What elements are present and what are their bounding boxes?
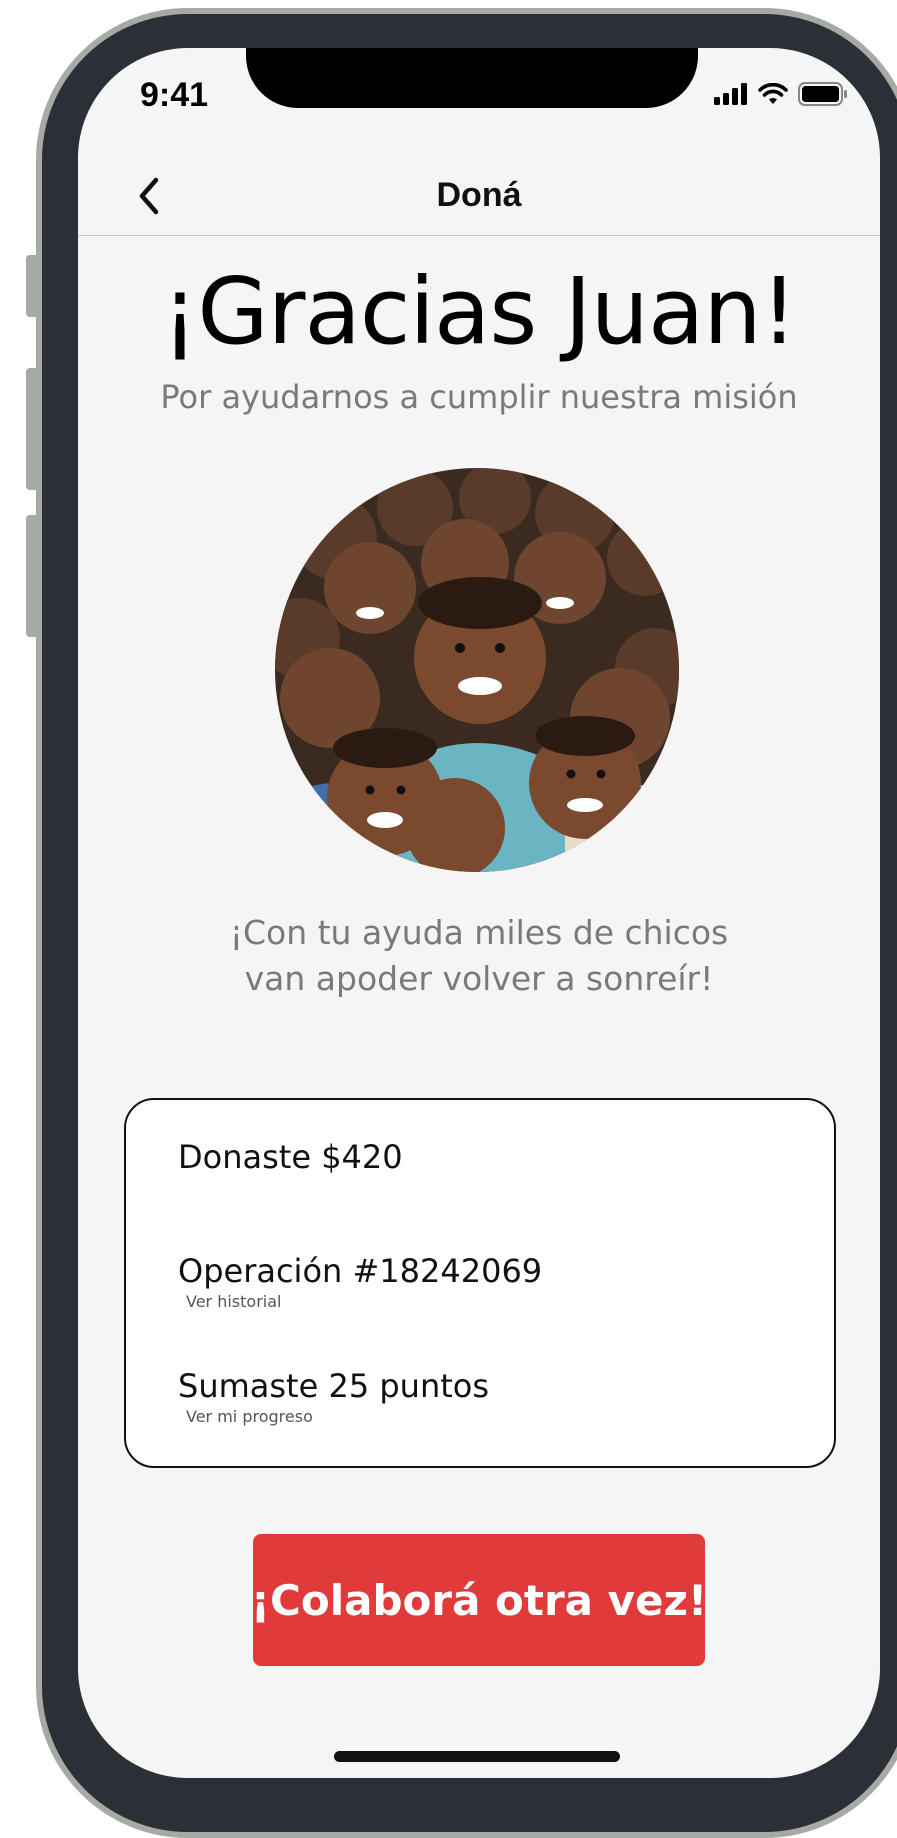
cellular-signal-icon — [714, 83, 747, 105]
points-row: Sumaste 25 puntos Ver mi progreso — [178, 1367, 489, 1426]
wifi-icon — [758, 83, 788, 104]
status-icons — [714, 82, 848, 106]
donation-summary-card: Donaste $420 Operación #18242069 Ver his… — [124, 1098, 836, 1468]
phone-screen: 9:41 Doná ¡Gracias Juan! Por ayudarnos a… — [78, 48, 880, 1778]
silent-switch — [26, 255, 36, 317]
mission-line-2: van apoder volver a sonreír! — [244, 959, 714, 998]
thank-you-subtitle: Por ayudarnos a cumplir nuestra misión — [160, 378, 798, 416]
mission-line-1: ¡Con tu ayuda miles de chicos — [229, 913, 729, 952]
volume-up-button — [26, 368, 36, 490]
view-history-link[interactable]: Ver historial — [186, 1292, 542, 1311]
donate-again-button[interactable]: ¡Colaborá otra vez! — [251, 1534, 707, 1666]
home-indicator — [334, 1751, 620, 1762]
donation-amount: Donaste $420 — [178, 1138, 403, 1176]
children-photo — [275, 468, 679, 872]
notch — [246, 48, 698, 108]
view-progress-link[interactable]: Ver mi progreso — [186, 1407, 489, 1426]
thank-you-heading: ¡Gracias Juan! — [161, 258, 797, 365]
battery-icon — [798, 82, 847, 106]
status-time: 9:41 — [140, 76, 209, 114]
nav-bar: Doná — [78, 158, 880, 236]
mission-message: ¡Con tu ayuda miles de chicos van apoder… — [78, 910, 880, 1002]
donation-amount-row: Donaste $420 — [178, 1138, 403, 1176]
operation-number: Operación #18242069 — [178, 1252, 543, 1290]
page-title: Doná — [436, 176, 522, 214]
operation-row: Operación #18242069 Ver historial — [178, 1252, 542, 1311]
points-earned: Sumaste 25 puntos — [178, 1367, 490, 1405]
volume-down-button — [26, 515, 36, 637]
